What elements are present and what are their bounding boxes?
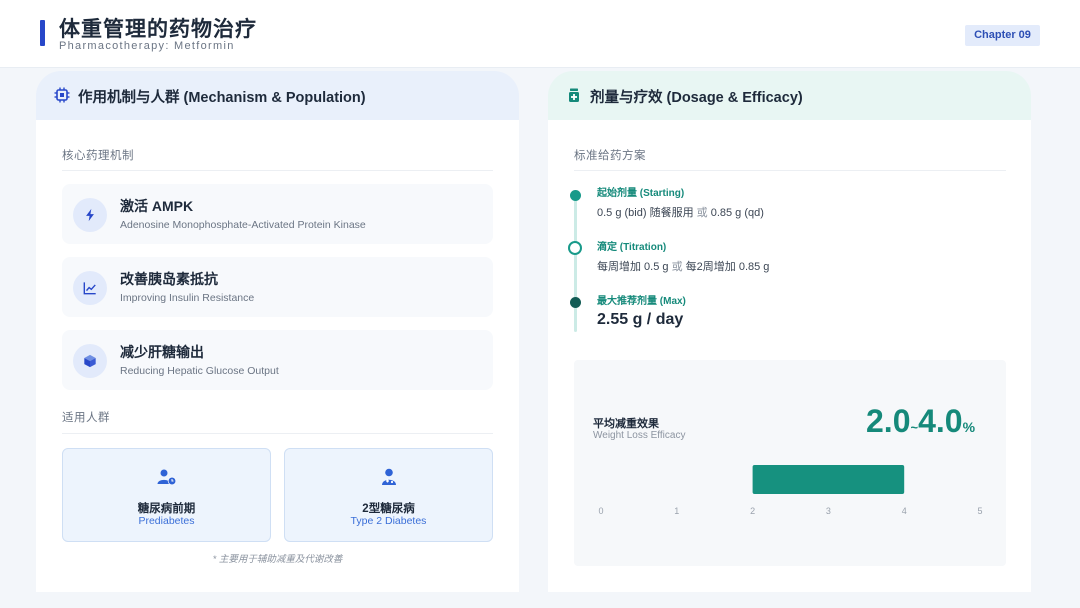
dosage-divider [574, 170, 1006, 171]
step-desc-part: 0.5 g (bid) 随餐服用 [597, 207, 694, 219]
step-label-starting: 起始剂量 (Starting) [597, 188, 685, 199]
header-accent-bar [40, 20, 45, 46]
mechanism-title: 改善胰岛素抵抗 [120, 271, 218, 287]
efficacy-value: 2.0~4.0% [866, 403, 975, 440]
page-subtitle: Pharmacotherapy: Metformin [59, 40, 235, 52]
efficacy-axis-tick: 0 [598, 506, 603, 516]
mechanism-card-insulin: 改善胰岛素抵抗 Improving Insulin Resistance [62, 257, 493, 317]
max-dose-value: 2.55 g / day [597, 311, 684, 328]
timeline-line [574, 196, 577, 332]
user-doctor-icon [381, 468, 396, 485]
timeline-dot-titration [568, 241, 582, 255]
mechanism-card-hepatic: 减少肝糖输出 Reducing Hepatic Glucose Output [62, 330, 493, 390]
page-header: 体重管理的药物治疗 Pharmacotherapy: Metformin Cha… [0, 0, 1080, 68]
chapter-badge: Chapter 09 [965, 25, 1040, 46]
dosage-section-label: 标准给药方案 [574, 150, 646, 162]
chip-icon [54, 87, 70, 103]
efficacy-range-bar [752, 465, 905, 494]
mechanism-section-label: 核心药理机制 [62, 150, 134, 162]
timeline-dot-max [570, 297, 581, 308]
mechanism-panel-header: 作用机制与人群 (Mechanism & Population) [36, 71, 519, 120]
user-clock-icon [157, 469, 176, 486]
step-desc-or: 或 [671, 261, 683, 273]
step-desc-part: 每2周增加 0.85 g [685, 261, 770, 273]
dosage-panel-title: 剂量与疗效 (Dosage & Efficacy) [590, 90, 803, 106]
mechanism-card-ampk: 激活 AMPK Adenosine Monophosphate-Activate… [62, 184, 493, 244]
efficacy-sep: ~ [910, 420, 919, 435]
efficacy-axis-tick: 2 [750, 506, 755, 516]
mechanism-panel-title: 作用机制与人群 (Mechanism & Population) [78, 90, 366, 106]
efficacy-axis-tick: 5 [977, 506, 982, 516]
step-desc-titration: 每周增加 0.5 g 或 每2周增加 0.85 g [597, 258, 769, 274]
mechanism-title: 减少肝糖输出 [120, 344, 204, 360]
population-subtitle: Prediabetes [138, 515, 195, 527]
population-subtitle: Type 2 Diabetes [350, 515, 427, 527]
lightning-icon [73, 198, 107, 232]
mechanism-subtitle: Reducing Hepatic Glucose Output [120, 365, 279, 377]
efficacy-high: 4.0 [918, 403, 963, 439]
step-desc-part: 0.85 g (qd) [710, 207, 764, 219]
efficacy-subtitle: Weight Loss Efficacy [593, 430, 686, 441]
efficacy-label: 平均减重效果 [593, 418, 659, 430]
population-title: 2型糖尿病 [362, 503, 415, 515]
cube-icon [73, 344, 107, 378]
dosage-panel-header: 剂量与疗效 (Dosage & Efficacy) [548, 71, 1031, 120]
chart-line-icon [73, 271, 107, 305]
population-card-type2: 2型糖尿病 Type 2 Diabetes [284, 448, 493, 542]
efficacy-axis-tick: 3 [826, 506, 831, 516]
footnote: * 主要用于辅助减重及代谢改善 [212, 554, 343, 565]
population-section-label: 适用人群 [62, 412, 110, 424]
mechanism-subtitle: Improving Insulin Resistance [120, 292, 255, 304]
mechanism-divider [62, 170, 493, 171]
population-card-prediabetes: 糖尿病前期 Prediabetes [62, 448, 271, 542]
timeline-dot-starting [570, 190, 581, 201]
mechanism-title: 激活 AMPK [120, 198, 194, 214]
efficacy-range-chart: 0 1 2 3 4 5 [598, 465, 983, 516]
population-title: 糖尿病前期 [137, 503, 196, 515]
step-label-max: 最大推荐剂量 (Max) [597, 296, 686, 307]
efficacy-unit: % [962, 419, 976, 435]
step-desc-starting: 0.5 g (bid) 随餐服用 或 0.85 g (qd) [597, 204, 764, 220]
step-desc-or: 或 [696, 207, 708, 219]
page-title: 体重管理的药物治疗 [59, 18, 257, 41]
efficacy-axis-tick: 4 [902, 506, 907, 516]
mechanism-subtitle: Adenosine Monophosphate-Activated Protei… [120, 219, 366, 231]
efficacy-axis-tick: 1 [674, 506, 679, 516]
medicine-bottle-icon [569, 88, 579, 102]
step-label-titration: 滴定 (Titration) [597, 242, 667, 253]
efficacy-low: 2.0 [866, 403, 911, 439]
population-divider [62, 433, 493, 434]
step-desc-part: 每周增加 0.5 g [597, 261, 669, 273]
